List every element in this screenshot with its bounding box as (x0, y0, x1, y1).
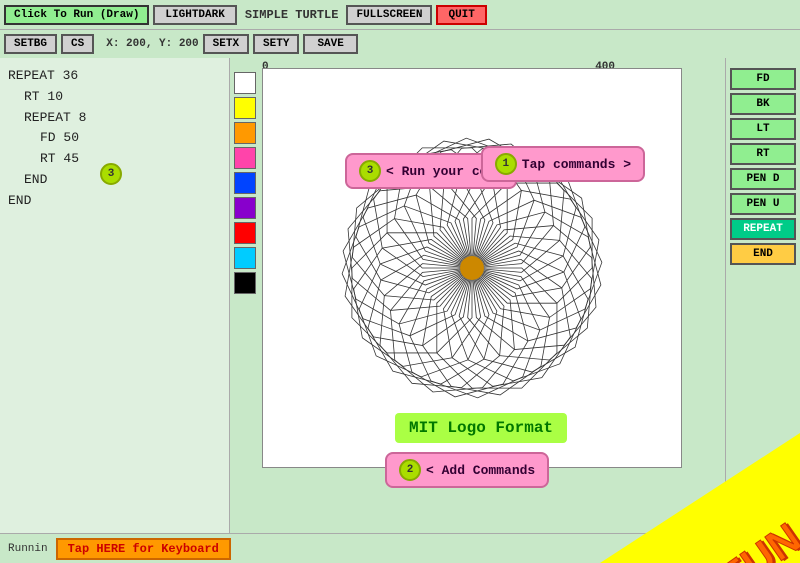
bk-button[interactable]: BK (730, 93, 796, 115)
color-strip (230, 68, 258, 298)
add-commands-label: < Add Commands (426, 463, 535, 478)
quit-button[interactable]: QUIT (436, 5, 486, 25)
sety-button[interactable]: SETY (253, 34, 299, 54)
badge-1-bubble: 1 (495, 153, 517, 175)
tap-commands-bubble[interactable]: 1 Tap commands > (481, 146, 645, 182)
color-red[interactable] (234, 222, 256, 244)
fullscreen-button[interactable]: FULLSCREEN (346, 5, 432, 25)
code-line-5: RT 45 (40, 149, 221, 170)
save-button[interactable]: SAVE (303, 34, 357, 54)
badge-2-bubble: 2 (399, 459, 421, 481)
code-panel[interactable]: REPEAT 36 RT 10 REPEAT 8 FD 50 RT 45 END… (0, 58, 230, 533)
color-orange[interactable] (234, 122, 256, 144)
color-cyan[interactable] (234, 247, 256, 269)
running-label: Runnin (8, 543, 48, 555)
badge-3: 3 (100, 163, 122, 185)
simple-turtle-label: SIMPLE TURTLE (245, 8, 339, 22)
lightdark-button[interactable]: LIGHTDARK (153, 5, 236, 25)
color-pink[interactable] (234, 147, 256, 169)
code-line-2: RT 10 (24, 87, 221, 108)
setbg-button[interactable]: SETBG (4, 34, 57, 54)
rt-button[interactable]: RT (730, 143, 796, 165)
color-white[interactable] (234, 72, 256, 94)
pend-button[interactable]: PEN D (730, 168, 796, 190)
keyboard-button[interactable]: Tap HERE for Keyboard (56, 538, 231, 560)
main-area: REPEAT 36 RT 10 REPEAT 8 FD 50 RT 45 END… (0, 58, 800, 533)
add-commands-bubble[interactable]: 2 < Add Commands (385, 452, 549, 488)
code-line-6: END (24, 170, 221, 191)
run-button[interactable]: Click To Run (Draw) (4, 5, 149, 25)
fd-button[interactable]: FD (730, 68, 796, 90)
color-blue[interactable] (234, 172, 256, 194)
turtle-canvas: // Draw 36 rotated octagons (function() … (262, 68, 682, 468)
color-yellow[interactable] (234, 97, 256, 119)
cs-button[interactable]: CS (61, 34, 94, 54)
color-black[interactable] (234, 272, 256, 294)
top-toolbar: Click To Run (Draw) LIGHTDARK SIMPLE TUR… (0, 0, 800, 30)
code-line-3: REPEAT 8 (24, 108, 221, 129)
penu-button[interactable]: PEN U (730, 193, 796, 215)
badge-3-bubble: 3 (359, 160, 381, 182)
color-purple[interactable] (234, 197, 256, 219)
setx-button[interactable]: SETX (203, 34, 249, 54)
coords-label: X: 200, Y: 200 (106, 38, 198, 50)
code-line-4: FD 50 (40, 128, 221, 149)
repeat-button[interactable]: REPEAT (730, 218, 796, 240)
lt-button[interactable]: LT (730, 118, 796, 140)
center-area: 0 400 (230, 58, 725, 533)
code-line-7: END (8, 191, 221, 212)
second-toolbar: SETBG CS X: 200, Y: 200 SETX SETY SAVE (0, 30, 800, 58)
end-button[interactable]: END (730, 243, 796, 265)
turtle-drawing: // Draw 36 rotated octagons (function() … (263, 69, 681, 467)
mit-logo-label: MIT Logo Format (395, 413, 567, 443)
tap-commands-label: Tap commands > (522, 157, 631, 172)
code-line-1: REPEAT 36 (8, 66, 221, 87)
